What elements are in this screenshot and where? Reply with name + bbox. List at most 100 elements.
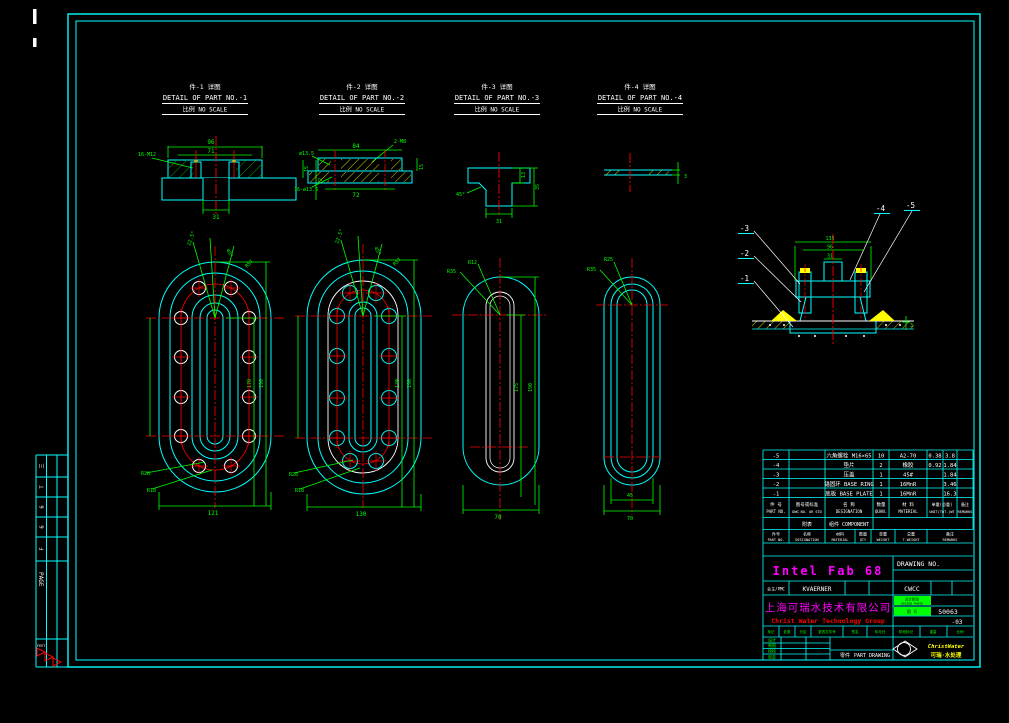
strip-3-zh: 数量 — [859, 531, 867, 537]
owner-label: 业主/PMC — [767, 586, 785, 592]
hdr-wt-en: UNIT(TOT.)WT — [929, 510, 955, 514]
fold-mark — [33, 38, 37, 47]
plate2-angle1: 22.5° — [334, 228, 345, 244]
plate1-r-top: R57 — [244, 259, 255, 270]
detail-1-title-zh: 件-1 详图 — [189, 82, 220, 91]
hdr-partno-zh: 件 号 — [770, 501, 782, 508]
revision-number: -03 — [952, 619, 963, 626]
rev-cell-0: 标记 — [768, 629, 776, 634]
strip-6-zh: 备注 — [946, 531, 954, 537]
detail-2-title: 件-2 详图 DETAIL OF PART NO.-2 比例 NO SCALE — [319, 82, 405, 115]
strip-5-zh: 总重 — [907, 531, 915, 537]
plate1-angle2: 45° — [224, 248, 234, 259]
component-std: 附表 — [802, 521, 812, 528]
detail-2-scale: 比例 NO SCALE — [340, 106, 385, 114]
rev-cell-2: 分区 — [800, 629, 808, 634]
plate-4-view: R25 R35 45 70 — [587, 257, 668, 522]
row5-mat: A2-70 — [900, 454, 917, 460]
strip-foot-label: FEET — [37, 644, 46, 648]
detail-titles: 件-1 详图 DETAIL OF PART NO.-1 比例 NO SCALE … — [162, 82, 683, 115]
contractor-name: CWCC — [904, 585, 920, 593]
dim-hole: ø13.5 — [299, 151, 314, 157]
detail-4-title-zh: 件-4 详图 — [624, 82, 655, 91]
plate2-r-bl2: R18 — [295, 488, 304, 494]
strip-cell-2: T — [40, 485, 46, 489]
company-name-en: Christ Water Technology Group — [771, 617, 885, 625]
stage-cell-1: 重量 — [930, 629, 938, 634]
row5-total: 3.8 — [945, 454, 955, 460]
row4-total: 1.84 — [943, 463, 957, 469]
detail-3-section: 13 35 31 45° — [456, 152, 541, 225]
strip-4-zh: 单重 — [879, 531, 887, 537]
hdr-rem-en: REMARKS — [958, 510, 973, 514]
plate4-w2: 70 — [627, 516, 633, 522]
strip-1-en: DESIGNATION — [795, 538, 818, 542]
sign-drawn: 制图 — [768, 642, 776, 648]
plate4-r2: R35 — [587, 267, 596, 273]
signature-rows: 设计 制图 校核 审定 — [768, 637, 776, 660]
plate3-v1: 175 — [514, 383, 520, 392]
dim-13: 13 — [521, 172, 527, 178]
plate3-width: 70 — [494, 514, 502, 521]
plate1-angle1: 22.5° — [186, 230, 197, 246]
dim-96: 96 — [207, 139, 215, 146]
plate1-width: 121 — [208, 510, 219, 517]
row1-total: 16.3 — [943, 492, 956, 498]
detail-4-scale: 比例 NO SCALE — [618, 106, 663, 114]
revision-triangle — [37, 648, 45, 656]
logo-circle-icon — [898, 643, 911, 656]
row4-name: 垫片 — [843, 461, 854, 469]
hdr-std-en: DWG NO. OR STD — [792, 510, 822, 514]
revision-row: 标记 处数 分区 更改文件号 签名 年月日 阶段标记 重量 比例 — [768, 629, 965, 634]
row2-total: 3.46 — [943, 482, 956, 488]
parts-rows: -5 六角螺栓 M16×65 10 A2-70 0.38 3.8 -4 垫片 2… — [773, 452, 958, 498]
owner-name: KVAERNER — [803, 586, 832, 593]
strip-0-zh: 件号 — [772, 531, 780, 537]
stage-cell-2: 比例 — [957, 629, 965, 634]
rev-cell-3: 更改文件号 — [818, 629, 836, 634]
hdr-wt-zh: 单重(总重) — [932, 501, 953, 507]
drawing-sheet: 三 T 6 6 F PAGE FEET 件-1 详图 DETAIL OF PAR… — [0, 0, 1009, 723]
hdr-qty-en: QUAN. — [875, 509, 887, 514]
plate2-width: 130 — [356, 511, 367, 518]
dim-15b: 15 — [419, 164, 425, 170]
dim-72b: 72 — [352, 192, 360, 199]
dim-45deg: 45° — [456, 192, 465, 198]
fold-mark — [33, 9, 37, 24]
dim-16-M12: 16-M12 — [138, 152, 156, 158]
part-label-4: -4 — [876, 204, 886, 213]
detail-3-title-zh: 件-3 详图 — [481, 82, 512, 91]
logo-text-1: ChristWater — [928, 644, 965, 650]
plate2-v1: 170 — [395, 379, 401, 388]
hdr-mat-en: MATERIAL — [898, 509, 918, 514]
company-name-zh: 上海可瑞水技术有限公司 — [765, 601, 892, 614]
sign-design: 设计 — [768, 637, 776, 643]
detail-1-scale: 比例 NO SCALE — [183, 106, 228, 114]
plate2-r-bl1: R28 — [289, 472, 298, 478]
part-label-3: -3 — [740, 224, 749, 233]
row5-unit: 0.38 — [928, 454, 941, 460]
row3-name: 压盖 — [843, 471, 855, 479]
row1-no: -1 — [773, 492, 780, 498]
detail-1-title: 件-1 详图 DETAIL OF PART NO.-1 比例 NO SCALE — [162, 82, 248, 115]
strip-2-en: MATERIAL — [832, 538, 849, 542]
part-label-1: -1 — [740, 274, 749, 283]
dim-2-M8: 2-M8 — [394, 139, 406, 145]
row4-unit: 0.92 — [928, 463, 941, 469]
parts-table: -5 六角螺栓 M16×65 10 A2-70 0.38 3.8 -4 垫片 2… — [763, 450, 973, 530]
drawing-no-label: DRAWING NO. — [897, 560, 940, 568]
detail-2-section: 2-M8 84 ø13.5 16-ø13.5 72 15 — [294, 139, 425, 199]
plate-3-view: R12 R35 175 190 70 — [447, 258, 548, 521]
detail-1-title-en: DETAIL OF PART NO.-1 — [163, 94, 247, 102]
plate1-r-bl2: R18 — [147, 488, 156, 494]
detail-4-title-en: DETAIL OF PART NO.-4 — [598, 94, 682, 102]
rev-cell-1: 处数 — [784, 629, 792, 634]
strip-4-en: WEIGHT — [877, 538, 891, 542]
row4-qty: 2 — [879, 463, 882, 469]
row4-mat: 橡胶 — [902, 461, 914, 469]
dim-3: 3 — [684, 174, 687, 180]
title-block: 件号 PART NO. 名称 DESIGNATION 材料 MATERIAL 数… — [763, 530, 973, 661]
sign-checked: 校核 — [768, 648, 776, 654]
hdr-qty-zh: 数量 — [877, 501, 886, 508]
plate2-angle2: 45° — [372, 246, 382, 257]
